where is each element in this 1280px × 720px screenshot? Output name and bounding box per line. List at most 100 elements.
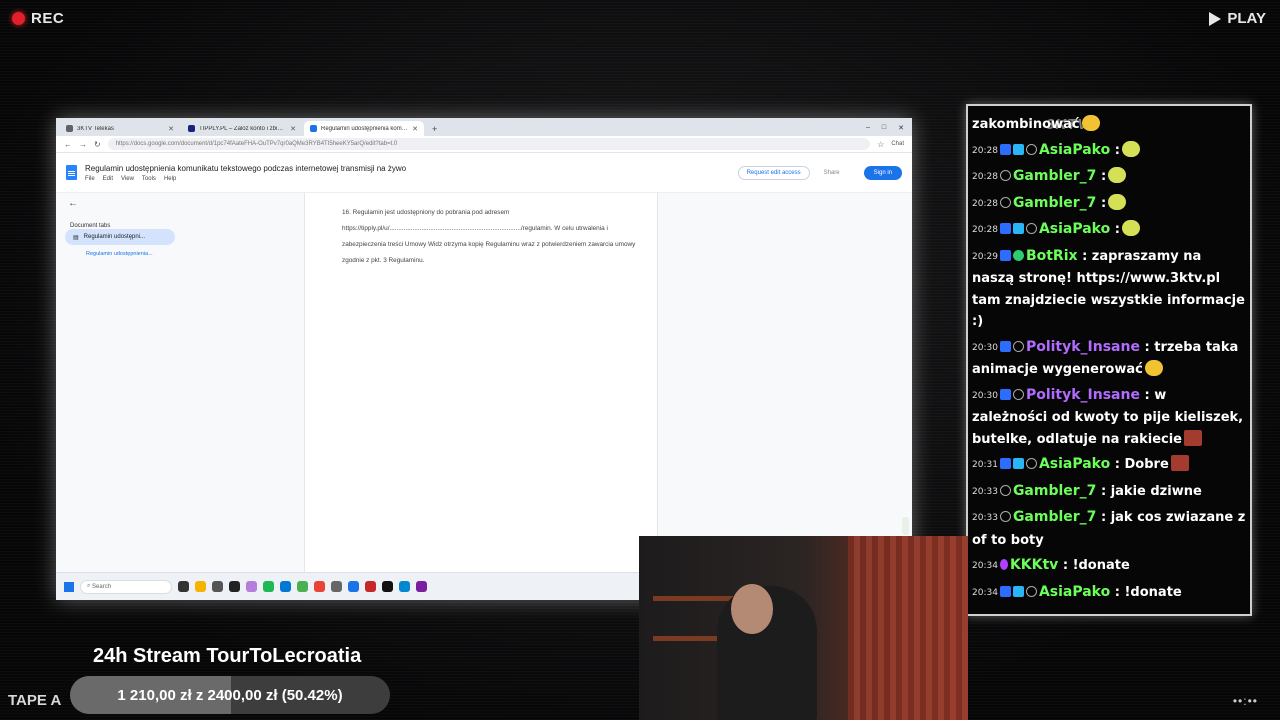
chat-message: 20:34 AsiaPako : !donate	[972, 582, 1246, 605]
taskbar-search[interactable]: ⌕ Search	[80, 579, 172, 594]
chat-username[interactable]: Gambler_7	[1013, 168, 1097, 184]
chat-username[interactable]: Gambler_7	[1013, 483, 1097, 499]
maximize-icon[interactable]: □	[882, 124, 886, 132]
back-arrow-icon[interactable]: ←	[68, 198, 78, 209]
reload-icon[interactable]: ↻	[94, 140, 101, 149]
doc-paragraph: 16. Regulamin jest udostępniony do pobra…	[342, 209, 636, 264]
browser-tab-active[interactable]: Regulamin udostępnienia komuni... ✕	[304, 121, 424, 136]
tab-favicon-icon	[188, 125, 195, 132]
app-icon[interactable]	[297, 581, 308, 592]
doc-title[interactable]: Regulamin udostępnienia komunikatu tekst…	[85, 164, 406, 173]
blue-badge-icon	[999, 340, 1011, 352]
doc-page: 16. Regulamin jest udostępniony do pobra…	[304, 193, 658, 572]
chat-label[interactable]: Chat	[891, 141, 904, 147]
discord-icon[interactable]	[246, 581, 257, 592]
chat-text: : Dobre	[1114, 457, 1169, 472]
app-icon[interactable]	[212, 581, 223, 592]
gray-badge-icon	[1012, 388, 1024, 400]
rec-indicator: REC	[12, 10, 64, 27]
minimize-icon[interactable]: –	[866, 124, 870, 132]
emote-icon	[1184, 429, 1202, 446]
chat-message: 20:28 AsiaPako :	[972, 140, 1246, 163]
curtain	[848, 536, 968, 720]
chat-username[interactable]: AsiaPako	[1039, 221, 1110, 237]
back-icon[interactable]: ←	[64, 140, 72, 149]
close-icon[interactable]: ✕	[290, 125, 296, 133]
tab-label: 3KTV Telekas	[77, 125, 114, 132]
chat-timestamp: 20:30	[972, 342, 998, 353]
menu-view[interactable]: View	[121, 176, 134, 182]
forward-icon[interactable]: →	[79, 140, 87, 149]
browser-tab[interactable]: TIPPLY.PL – Zaloz konto i zbieraj... ✕	[182, 121, 302, 136]
chat-username[interactable]: KKKtv	[1010, 557, 1058, 573]
chat-text: : !donate	[1062, 558, 1130, 573]
task-view-icon[interactable]	[178, 581, 189, 592]
app-icon[interactable]	[399, 581, 410, 592]
app-icon[interactable]	[382, 581, 393, 592]
donation-goal-text: 1 210,00 zł z 2400,00 zł (50.42%)	[117, 686, 343, 704]
chat-username[interactable]: Gambler_7	[1013, 195, 1097, 211]
tab-favicon-icon	[310, 125, 317, 132]
file-explorer-icon[interactable]	[195, 581, 206, 592]
blue-badge-icon	[999, 388, 1011, 400]
chrome-icon[interactable]	[314, 581, 325, 592]
new-tab-icon[interactable]: +	[426, 124, 443, 136]
chat-username[interactable]: Gambler_7	[1013, 509, 1097, 525]
close-icon[interactable]: ✕	[412, 125, 418, 133]
chat-username[interactable]: Polityk_Insane	[1026, 339, 1140, 355]
terminal-icon[interactable]	[229, 581, 240, 592]
chat-username[interactable]: AsiaPako	[1039, 142, 1110, 158]
app-icon[interactable]	[365, 581, 376, 592]
scroll-control[interactable]	[902, 517, 909, 535]
chat-text: : !donate	[1114, 584, 1182, 600]
chat-username[interactable]: AsiaPako	[1039, 584, 1110, 600]
sign-in-button[interactable]: Sign in	[863, 165, 902, 180]
chat-timestamp: 20:33	[972, 513, 998, 523]
docs-logo-icon[interactable]	[66, 165, 77, 180]
close-icon[interactable]: ✕	[168, 125, 174, 133]
star-icon[interactable]: ☆	[877, 140, 884, 149]
app-icon[interactable]	[331, 581, 342, 592]
gray-badge-icon	[1025, 143, 1037, 155]
close-window-icon[interactable]: ✕	[898, 124, 904, 132]
menu-edit[interactable]: Edit	[103, 176, 113, 182]
menu-file[interactable]: File	[85, 176, 95, 182]
app-icon[interactable]	[416, 581, 427, 592]
menu-tools[interactable]: Tools	[142, 176, 156, 182]
cyan-badge-icon	[1012, 458, 1024, 469]
rec-label: REC	[31, 10, 65, 27]
app-icon[interactable]	[348, 581, 359, 592]
blue-badge-icon	[999, 249, 1011, 261]
chat-timestamp: 20:30	[972, 390, 998, 401]
chat-panel: 3KTV zakombinować 20:28 AsiaPako :20:28 Gam…	[966, 104, 1252, 616]
menu-help[interactable]: Help	[164, 176, 176, 182]
taskbar-search-label: Search	[92, 583, 112, 590]
chat-username[interactable]: Polityk_Insane	[1026, 387, 1140, 403]
emote-icon	[1144, 360, 1163, 376]
gray-badge-icon	[1012, 340, 1024, 352]
emote-icon	[1081, 115, 1100, 131]
emote-icon	[1121, 220, 1140, 236]
chat-timestamp: 20:34	[972, 587, 998, 598]
spotify-icon[interactable]	[263, 581, 274, 592]
chat-timestamp: 20:28	[972, 145, 998, 156]
doc-tab-active[interactable]: ▤ Regulamin udostępni...	[65, 229, 175, 245]
tab-label: Regulamin udostępnienia komuni...	[321, 125, 409, 132]
windows-start-icon[interactable]	[64, 581, 74, 592]
chat-timestamp: 20:33	[972, 486, 998, 497]
share-button[interactable]: Share	[824, 170, 840, 176]
chat-timestamp: 20:28	[972, 225, 998, 235]
emote-icon	[1170, 455, 1189, 471]
chat-username[interactable]: BotRix	[1026, 248, 1078, 264]
doc-tab-subheading[interactable]: Regulamin udostępnienia...	[86, 251, 153, 257]
chat-timestamp: 20:28	[972, 198, 998, 209]
chat-message: 20:30 Polityk_Insane : w zależności od kw…	[972, 385, 1246, 451]
chat-username[interactable]: AsiaPako	[1039, 456, 1110, 472]
url-field[interactable]: https://docs.google.com/document/d/1pc74…	[107, 138, 871, 150]
browser-tab[interactable]: 3KTV Telekas ✕	[60, 121, 180, 136]
request-edit-button[interactable]: Request edit access	[737, 165, 810, 180]
purple-badge-icon	[999, 559, 1008, 570]
edge-icon[interactable]	[280, 581, 291, 592]
chat-message: 20:34 KKKtv : !donate	[972, 555, 1246, 578]
record-dot-icon	[12, 12, 25, 25]
